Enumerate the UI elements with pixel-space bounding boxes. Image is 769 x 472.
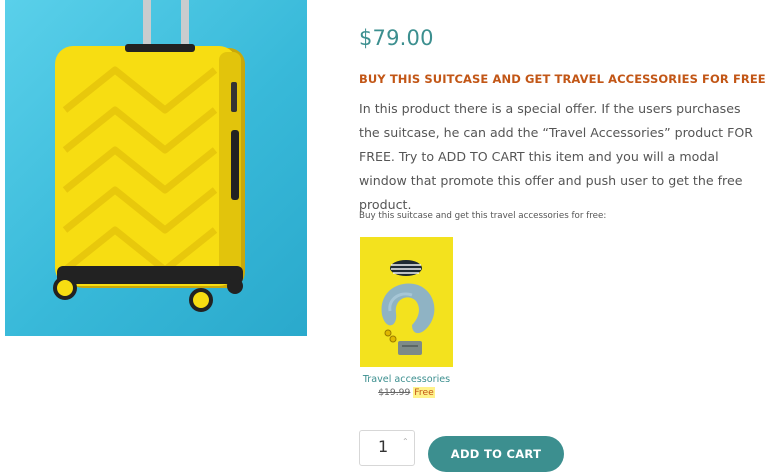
promo-heading: BUY THIS SUITCASE AND GET TRAVEL ACCESSO… — [359, 72, 766, 86]
offer-product-name-link[interactable]: Travel accessories — [360, 374, 453, 385]
offer-product-card[interactable]: Travel accessories $19.99 Free — [360, 237, 453, 398]
product-image[interactable] — [5, 0, 307, 336]
product-description: In this product there is a special offer… — [359, 101, 753, 212]
offer-old-price: $19.99 — [378, 387, 411, 398]
offer-product-image[interactable] — [360, 237, 453, 367]
offer-free-badge: Free — [413, 387, 435, 398]
offer-caption: Buy this suitcase and get this travel ac… — [359, 211, 607, 221]
add-to-cart-button[interactable]: ADD TO CART — [428, 436, 564, 472]
quantity-stepper[interactable]: 1 ⌃ — [359, 430, 415, 466]
offer-prices: $19.99 Free — [360, 387, 453, 398]
quantity-value[interactable]: 1 — [378, 437, 388, 456]
product-price: $79.00 — [359, 26, 434, 50]
chevron-up-icon[interactable]: ⌃ — [402, 437, 409, 446]
